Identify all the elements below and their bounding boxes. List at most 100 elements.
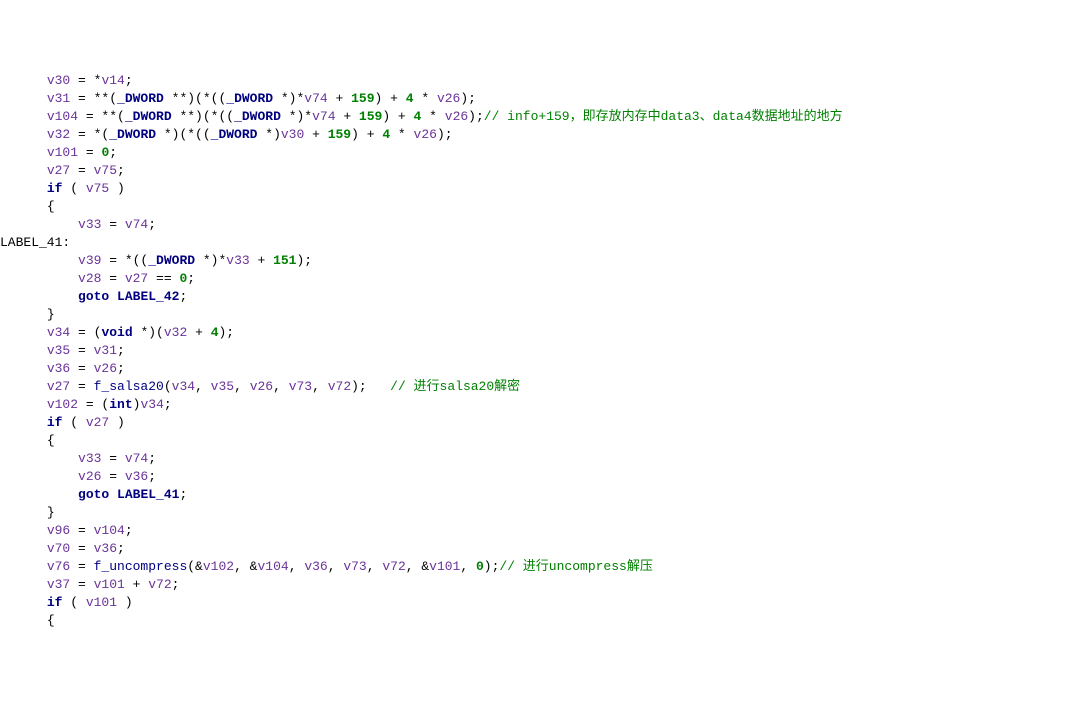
code-token: = — [101, 217, 124, 232]
code-token: = — [70, 163, 93, 178]
code-token: _DWORD — [211, 127, 258, 142]
code-token: v74 — [125, 451, 148, 466]
code-token: v30 — [47, 73, 70, 88]
code-token: ) — [117, 595, 133, 610]
code-token: , & — [234, 559, 257, 574]
code-token: _DWORD — [234, 109, 281, 124]
code-token: * — [414, 91, 437, 106]
code-token: ; — [117, 361, 125, 376]
code-token: v34 — [172, 379, 195, 394]
code-token: v101 — [94, 577, 125, 592]
code-token: + — [125, 577, 148, 592]
code-token: 159 — [328, 127, 351, 142]
code-token: v14 — [101, 73, 124, 88]
code-token: v32 — [47, 127, 70, 142]
code-token: v31 — [47, 91, 70, 106]
code-token: _DWORD — [226, 91, 273, 106]
code-token: if — [47, 181, 63, 196]
code-token: ; — [117, 541, 125, 556]
code-token: v70 — [47, 541, 70, 556]
code-token: = *(( — [101, 253, 148, 268]
code-token: 4 — [406, 91, 414, 106]
code-token: ; — [164, 397, 172, 412]
code-token: { — [47, 433, 55, 448]
code-token: v73 — [343, 559, 366, 574]
code-token: 4 — [382, 127, 390, 142]
code-token: v27 — [47, 163, 70, 178]
code-token: v26 — [94, 361, 117, 376]
code-token: 159 — [359, 109, 382, 124]
code-token: = — [70, 379, 93, 394]
code-token: * — [390, 127, 413, 142]
code-token: v36 — [304, 559, 327, 574]
code-token: ; — [187, 271, 195, 286]
code-token: = — [70, 577, 93, 592]
code-block: v30 = *v14; v31 = **(_DWORD **)(*((_DWOR… — [0, 72, 1080, 630]
code-token: , — [289, 559, 305, 574]
code-token: v72 — [148, 577, 171, 592]
code-token: (& — [187, 559, 203, 574]
code-token: v27 — [125, 271, 148, 286]
code-token: v102 — [203, 559, 234, 574]
code-token: v32 — [164, 325, 187, 340]
code-token: = ( — [78, 397, 109, 412]
code-token: v72 — [328, 379, 351, 394]
code-token: + — [304, 127, 327, 142]
code-token: **)(*(( — [172, 109, 234, 124]
code-token: , — [312, 379, 328, 394]
code-token: 4 — [211, 325, 219, 340]
code-token: // 进行uncompress解压 — [499, 559, 652, 574]
code-token: LABEL_41 — [117, 487, 179, 502]
code-token: int — [109, 397, 132, 412]
code-token: ( — [62, 181, 85, 196]
code-token: 159 — [351, 91, 374, 106]
code-token: ; — [109, 145, 117, 160]
code-token: v33 — [78, 451, 101, 466]
code-token: ( — [164, 379, 172, 394]
code-token: v34 — [47, 325, 70, 340]
code-token: == — [148, 271, 179, 286]
code-token: v26 — [250, 379, 273, 394]
code-token: *)* — [195, 253, 226, 268]
code-token: ); — [351, 379, 390, 394]
code-token: v39 — [78, 253, 101, 268]
code-token — [109, 289, 117, 304]
code-token: = * — [70, 73, 101, 88]
code-token: , — [234, 379, 250, 394]
code-token: , — [195, 379, 211, 394]
code-token: v26 — [437, 91, 460, 106]
code-token: ( — [62, 415, 85, 430]
code-token: , — [328, 559, 344, 574]
code-token: void — [101, 325, 132, 340]
code-token: ); — [460, 91, 476, 106]
code-token: goto — [78, 487, 109, 502]
code-token: ) + — [375, 91, 406, 106]
code-token: v26 — [445, 109, 468, 124]
code-token: = — [101, 469, 124, 484]
code-token: ); — [468, 109, 484, 124]
code-token: { — [47, 199, 55, 214]
code-token: ; — [117, 343, 125, 358]
code-token: *)( — [133, 325, 164, 340]
code-token: = — [70, 523, 93, 538]
code-token: ; — [148, 451, 156, 466]
code-token: ; — [117, 163, 125, 178]
code-token: ; — [148, 469, 156, 484]
code-token: v36 — [125, 469, 148, 484]
code-token: = — [70, 343, 93, 358]
code-token: v35 — [211, 379, 234, 394]
code-token: = — [70, 361, 93, 376]
code-token: = *( — [70, 127, 109, 142]
code-token: ; — [125, 523, 133, 538]
code-token: = — [70, 541, 93, 556]
code-token: ; — [148, 217, 156, 232]
code-token: v73 — [289, 379, 312, 394]
code-token: v102 — [47, 397, 78, 412]
code-token: LABEL_42 — [117, 289, 179, 304]
code-token: goto — [78, 289, 109, 304]
code-token: } — [47, 505, 55, 520]
code-token: = **( — [78, 109, 125, 124]
code-token: **)(*(( — [164, 91, 226, 106]
code-token: v26 — [414, 127, 437, 142]
code-token: v96 — [47, 523, 70, 538]
